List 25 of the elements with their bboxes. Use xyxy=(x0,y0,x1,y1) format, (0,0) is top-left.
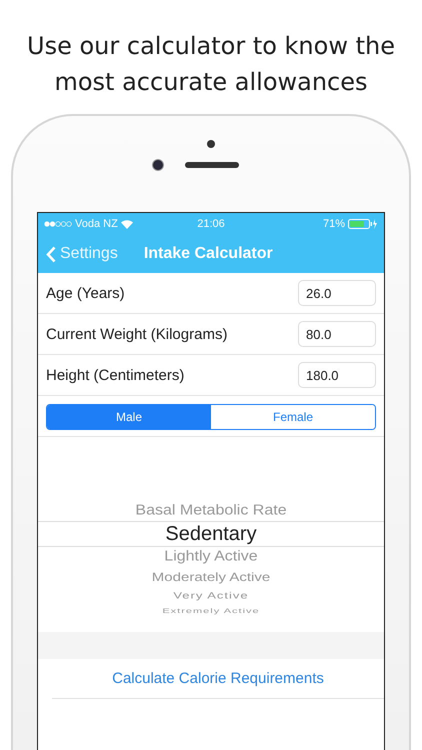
battery-percent: 71% xyxy=(322,218,345,230)
screen-title: Intake Calculator xyxy=(144,245,273,263)
wifi-icon xyxy=(120,220,133,228)
segment-option[interactable]: Male xyxy=(47,405,211,429)
picker-option[interactable]: Basal Metabolic Rate xyxy=(135,502,287,520)
field-label: Current Weight (Kilograms) xyxy=(46,326,228,342)
chevron-icon xyxy=(46,246,56,262)
back-button[interactable]: Settings xyxy=(46,245,118,263)
field-label: Height (Centimeters) xyxy=(46,366,186,384)
sensor-icon xyxy=(207,140,215,148)
input-field[interactable]: 26.0 xyxy=(298,280,376,306)
input-field[interactable]: 180.0 xyxy=(298,362,376,388)
carrier-name: Voda NZ xyxy=(75,218,118,230)
field-label: Age (Years) xyxy=(46,284,126,302)
picker-option[interactable]: Sedentary xyxy=(165,522,257,546)
picker-option[interactable]: Moderately Active xyxy=(152,569,270,585)
speaker-icon xyxy=(185,162,239,168)
headline: Use our calculator to know the most accurate allowances xyxy=(26,31,396,98)
camera-icon xyxy=(152,159,164,171)
picker-option[interactable]: Very Active xyxy=(173,589,249,601)
signal-icon xyxy=(44,221,72,227)
battery-icon xyxy=(348,219,378,229)
picker-option[interactable]: Lightly Active xyxy=(164,548,258,566)
input-field[interactable]: 80.0 xyxy=(298,321,376,347)
clock: 21:06 xyxy=(197,218,225,230)
